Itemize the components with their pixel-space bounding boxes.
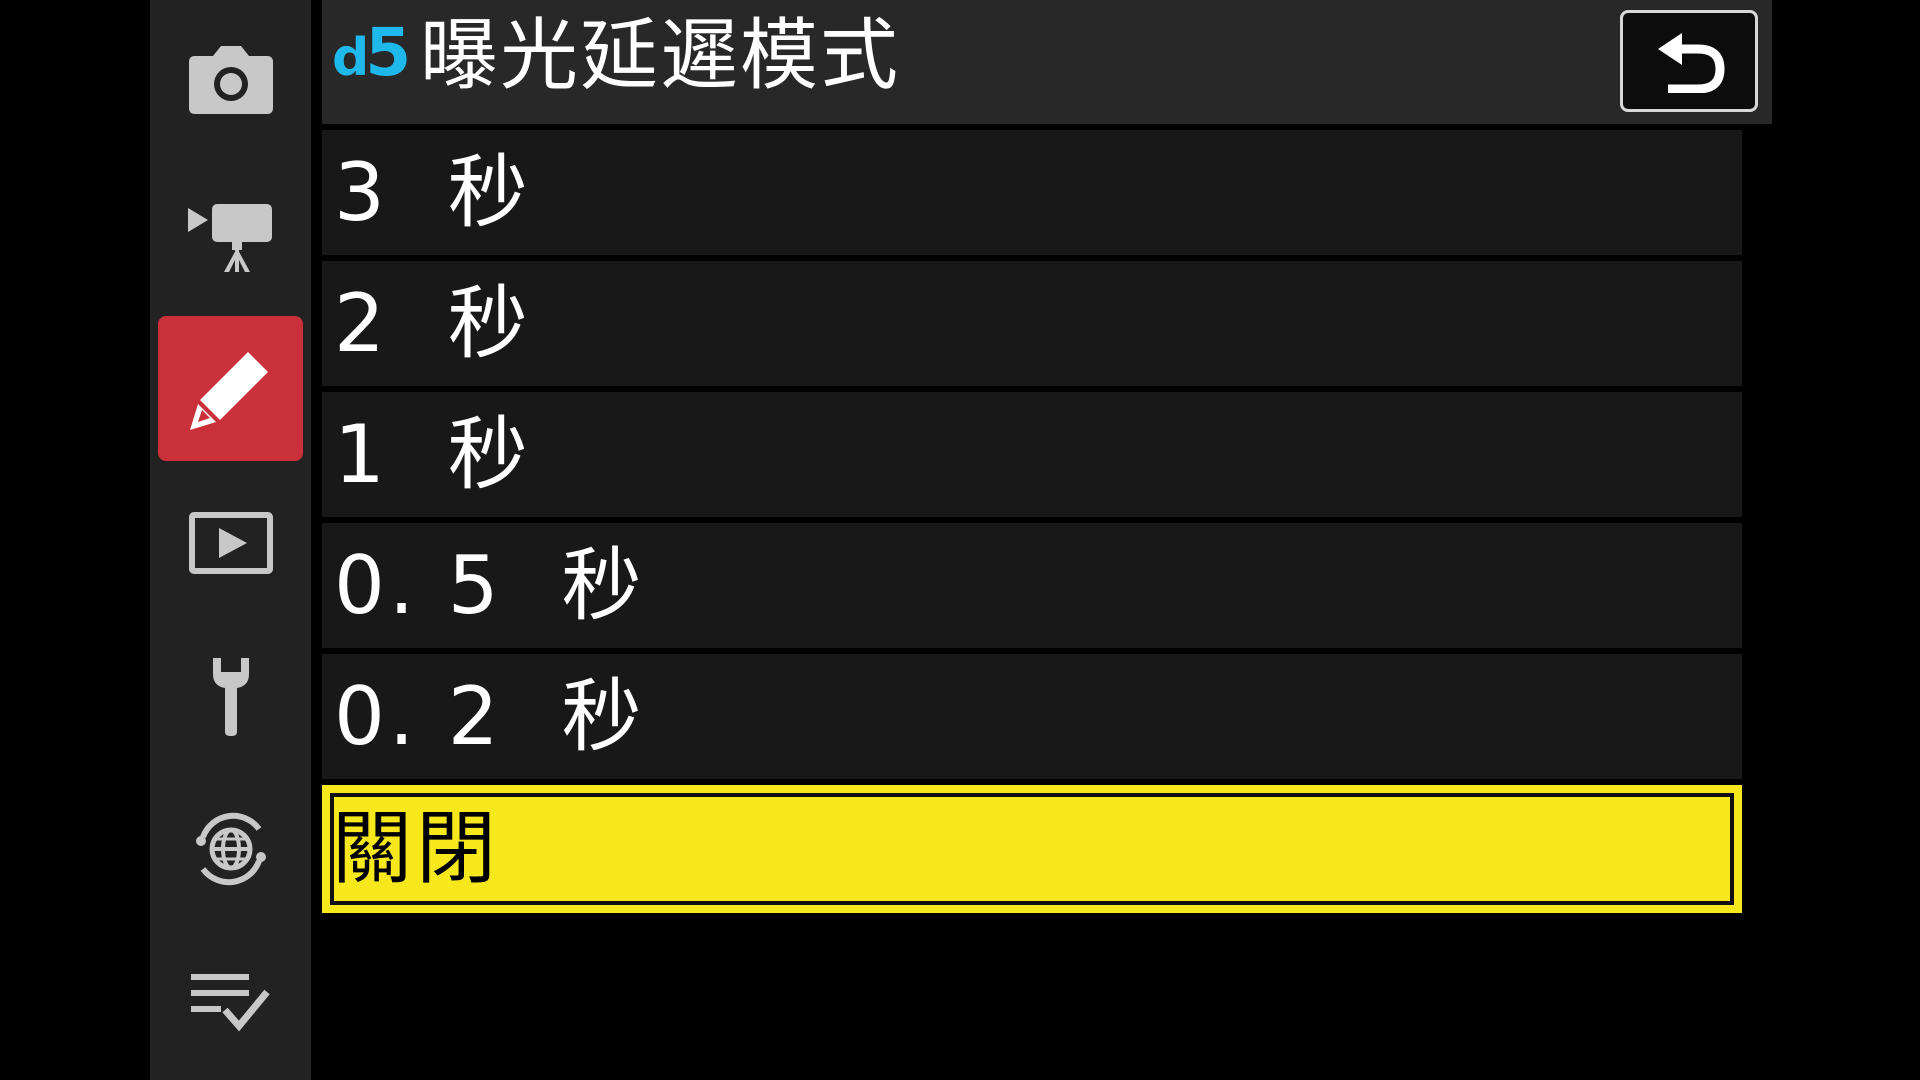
option-off-selected[interactable]: 關閉 [322,785,1742,913]
sidebar-item-photo-shooting[interactable] [158,8,303,153]
wrench-icon [212,657,249,736]
page-title: 曝光延遲模式 [420,11,901,101]
pencil-icon [189,351,268,430]
option-label: 關閉 [332,802,500,895]
sidebar-item-my-menu[interactable] [158,930,303,1075]
movie-camera-icon [187,203,272,272]
camera-icon [188,45,273,114]
menu-sidebar [150,0,311,1080]
sidebar-item-network[interactable] [158,776,303,921]
option-3s[interactable]: 3 秒 [322,130,1742,255]
menu-header: d5 曝光延遲模式 [322,0,1772,124]
option-list: 3 秒 2 秒 1 秒 0. 5 秒 0. 2 秒 關閉 [322,130,1742,919]
option-label: 3 秒 [334,146,532,239]
menu-code-letter: d [332,28,369,88]
option-label: 0. 5 秒 [334,539,646,632]
sidebar-item-movie-recording[interactable] [158,163,303,308]
checklist-icon [190,973,270,1031]
option-2s[interactable]: 2 秒 [322,261,1742,386]
option-label: 0. 2 秒 [334,670,646,763]
back-button[interactable] [1620,10,1758,112]
sidebar-item-playback[interactable] [158,470,303,615]
option-1s[interactable]: 1 秒 [322,392,1742,517]
network-globe-icon [195,812,266,885]
menu-code-number: 5 [365,14,411,91]
selection-frame [330,793,1734,905]
sidebar-item-custom-settings[interactable] [158,316,303,461]
option-label: 1 秒 [334,408,532,501]
option-0-5s[interactable]: 0. 5 秒 [322,523,1742,648]
sidebar-item-setup[interactable] [158,623,303,768]
option-label: 2 秒 [334,277,532,370]
return-arrow-icon [1658,33,1725,93]
option-0-2s[interactable]: 0. 2 秒 [322,654,1742,779]
menu-item-code: d5 [332,20,411,88]
playback-icon [188,511,273,574]
camera-menu-screen: d5 曝光延遲模式 3 秒 2 秒 1 秒 0. 5 秒 0. 2 秒 關閉 [0,0,1920,1080]
